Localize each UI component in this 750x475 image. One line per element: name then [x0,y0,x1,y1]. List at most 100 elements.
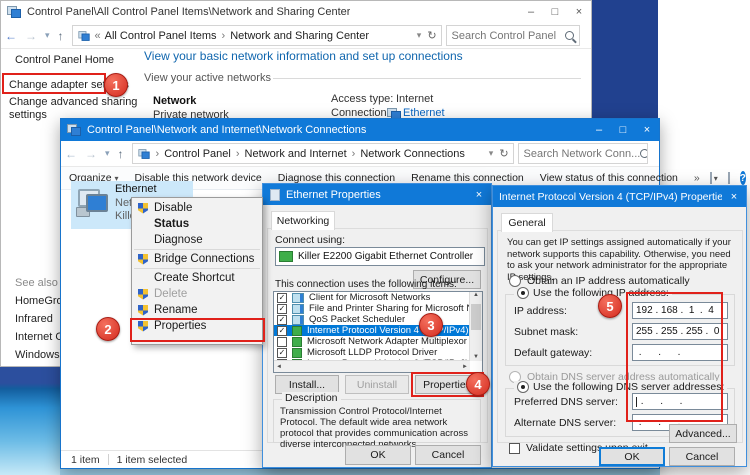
access-type-label: Access type: [331,93,393,105]
checkbox[interactable]: ✓ [277,304,287,314]
help-icon[interactable]: ? [740,171,746,185]
preview-pane-icon[interactable] [728,172,730,184]
up-icon[interactable]: ↑ [118,147,124,161]
refresh-icon[interactable]: ↻ [427,29,436,42]
highlight-box-change-adapter [2,73,106,94]
breadcrumb-item[interactable]: Network and Internet [245,148,347,160]
maximize-icon[interactable]: □ [611,124,635,136]
ok-button[interactable]: OK [599,447,665,466]
view-options-icon[interactable] [710,172,712,184]
tab-networking[interactable]: Networking [271,211,335,230]
back-icon[interactable]: ← [65,147,77,161]
scroll-thumb[interactable] [471,304,481,330]
sidebar-item-home[interactable]: Control Panel Home [15,54,114,66]
horizontal-scrollbar[interactable]: ◄ ► [274,360,470,372]
breadcrumb-item[interactable]: Network and Sharing Center [230,30,369,42]
search-input[interactable]: Search Control Panel [446,25,580,46]
active-networks-label: View your active networks [144,72,271,84]
address-dropdown-icon[interactable]: ▾ [417,30,422,41]
list-item[interactable]: ✓QoS Packet Scheduler [274,314,482,325]
menu-separator [134,249,260,250]
radio-obtain-ip[interactable]: Obtain an IP address automatically [509,275,690,287]
preferred-dns-label: Preferred DNS server: [514,396,618,408]
address-icon [138,149,149,159]
crumb-home-icon[interactable]: « [95,30,101,42]
breadcrumb-item[interactable]: Network Connections [360,148,465,160]
alternate-dns-label: Alternate DNS server: [514,417,616,429]
uninstall-button: Uninstall [345,375,409,394]
list-item[interactable]: Microsoft Network Adapter Multiplexor Pr… [274,336,482,347]
up-icon[interactable]: ↑ [58,29,64,43]
connection-items-label: This connection uses the following items… [275,279,457,290]
checkbox[interactable] [277,337,287,347]
connection-items-list[interactable]: ✓Client for Microsoft Networks ✓File and… [273,291,483,373]
forward-icon[interactable]: → [85,147,97,161]
dialog-titlebar[interactable]: Ethernet Properties × [263,184,491,205]
history-dropdown-icon[interactable]: ▾ [105,148,110,159]
callout-step-3: 3 [419,313,443,337]
view-dropdown-icon[interactable]: ▾ [714,174,718,183]
default-gateway-label: Default gateway: [514,347,592,359]
address-dropdown-icon[interactable]: ▾ [489,148,494,159]
scroll-up-icon[interactable]: ▲ [473,292,479,298]
scroll-right-icon[interactable]: ► [462,364,468,370]
toolbar-view-status[interactable]: View status of this connection [540,172,678,184]
breadcrumb-item[interactable]: Control Panel [164,148,231,160]
menu-item-create-shortcut[interactable]: Create Shortcut [132,270,262,286]
close-icon[interactable]: × [635,124,659,136]
scroll-down-icon[interactable]: ▼ [470,354,482,360]
list-item[interactable]: ✓File and Printer Sharing for Microsoft … [274,303,482,314]
scroll-left-icon[interactable]: ◄ [276,364,282,370]
sidebar-item-change-sharing2[interactable]: settings [9,109,47,121]
history-dropdown-icon[interactable]: ▾ [45,30,50,41]
menu-item-diagnose[interactable]: Diagnose [132,232,262,248]
window1-titlebar[interactable]: Control Panel\All Control Panel Items\Ne… [1,1,591,24]
radio-icon[interactable] [517,381,529,393]
uac-shield-icon [138,305,148,316]
menu-item-status[interactable]: Status [132,216,262,232]
sidebar-item-change-sharing[interactable]: Change advanced sharing [9,96,137,108]
ok-button[interactable]: OK [345,445,411,465]
close-icon[interactable]: × [567,6,591,18]
window1-title: Control Panel\All Control Panel Items\Ne… [27,6,350,18]
vertical-scrollbar[interactable]: ▲ ▼ [469,292,482,361]
uac-shield-icon [138,203,148,214]
checkbox[interactable]: ✓ [277,293,287,303]
list-item[interactable]: ✓Client for Microsoft Networks [274,292,482,303]
checkbox[interactable]: ✓ [277,326,287,336]
window2-titlebar[interactable]: Control Panel\Network and Internet\Netwo… [61,119,659,141]
radio-icon[interactable] [517,287,529,299]
adapter-field: Killer E2200 Gigabit Ethernet Controller [275,247,485,266]
breadcrumb-item[interactable]: All Control Panel Items [105,30,217,42]
menu-item-rename[interactable]: Rename [132,302,262,318]
back-icon[interactable]: ← [5,29,17,43]
radio-icon[interactable] [509,275,521,287]
qos-icon [292,315,304,325]
sidebar-item-infrared[interactable]: Infrared [15,313,53,325]
menu-item-bridge[interactable]: Bridge Connections [132,251,262,267]
close-icon[interactable]: × [467,189,491,201]
toolbar-more-icon[interactable]: » [694,172,700,184]
tab-general[interactable]: General [501,213,553,232]
minimize-icon[interactable]: – [587,124,611,136]
close-icon[interactable]: × [722,191,746,203]
address-bar[interactable]: › Control Panel › Network and Internet ›… [132,143,514,164]
cancel-button[interactable]: Cancel [669,447,735,466]
advanced-button[interactable]: Advanced... [669,424,737,443]
minimize-icon[interactable]: – [519,6,543,18]
cancel-button[interactable]: Cancel [415,445,481,465]
list-item[interactable]: ✓Microsoft LLDP Protocol Driver [274,347,482,358]
refresh-icon[interactable]: ↻ [499,147,508,160]
forward-icon[interactable]: → [25,29,37,43]
checkbox-icon[interactable] [509,443,520,454]
checkbox[interactable]: ✓ [277,348,287,358]
dialog-titlebar[interactable]: Internet Protocol Version 4 (TCP/IPv4) P… [493,186,746,207]
address-bar[interactable]: « All Control Panel Items › Network and … [72,25,442,46]
maximize-icon[interactable]: □ [543,6,567,18]
see-also-label: See also [15,277,58,289]
menu-item-disable[interactable]: Disable [132,200,262,216]
list-item-ipv4[interactable]: ✓Internet Protocol Version 4 (TCP/IPv4) [274,325,482,336]
search-input[interactable]: Search Network Conn... [518,143,648,164]
description-groupbox: Description Transmission Control Protoco… [273,399,481,443]
checkbox[interactable]: ✓ [277,315,287,325]
